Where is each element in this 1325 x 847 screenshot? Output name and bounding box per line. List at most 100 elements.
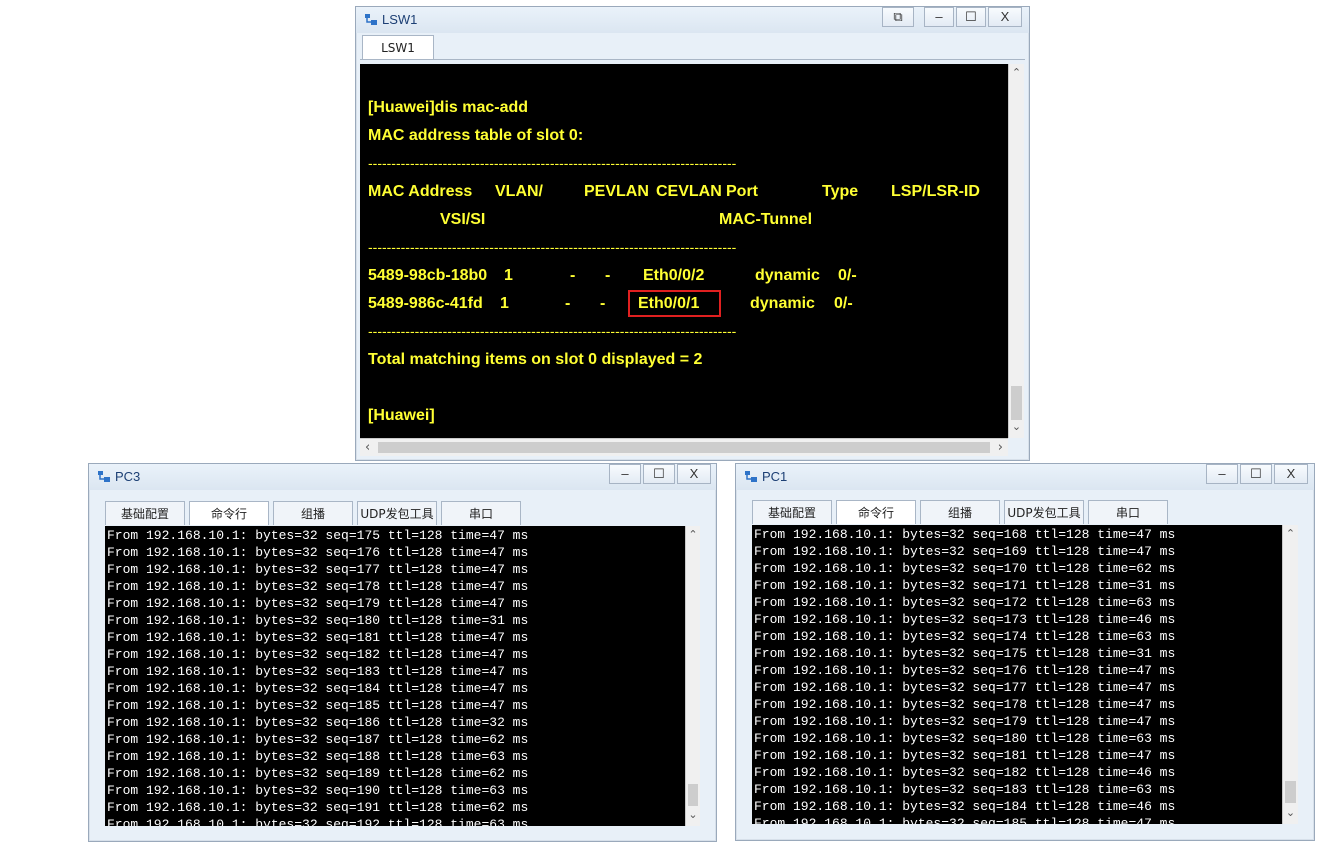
chevron-right-icon[interactable]: ›	[998, 440, 1003, 455]
port-highlight-box	[628, 290, 721, 317]
tab-serial[interactable]: 串口	[441, 501, 521, 525]
col-vlan: VLAN/	[495, 183, 543, 200]
ping-reply-line: From 192.168.10.1: bytes=32 seq=187 ttl=…	[107, 732, 529, 747]
col-type: Type	[822, 183, 859, 200]
ping-reply-line: From 192.168.10.1: bytes=32 seq=173 ttl=…	[754, 612, 1176, 627]
ping-reply-line: From 192.168.10.1: bytes=32 seq=168 ttl=…	[754, 527, 1176, 542]
ensp-device-icon	[745, 471, 757, 482]
maximize-button[interactable]: ☐	[643, 464, 675, 484]
chevron-down-icon[interactable]: ⌄	[686, 808, 700, 821]
pc1-titlebar[interactable]: PC1 – ☐ X	[736, 464, 1314, 490]
row1-cevlan: -	[605, 267, 611, 284]
terminal-heading: MAC address table of slot 0:	[368, 127, 584, 144]
restore-button[interactable]: ⧉	[882, 7, 914, 27]
ping-reply-line: From 192.168.10.1: bytes=32 seq=177 ttl=…	[754, 680, 1176, 695]
col-port: Port	[726, 183, 758, 200]
ping-reply-line: From 192.168.10.1: bytes=32 seq=169 ttl=…	[754, 544, 1176, 559]
row1-lsp: 0/-	[838, 267, 857, 284]
terminal-prompt: [Huawei]	[368, 407, 435, 424]
ping-reply-line: From 192.168.10.1: bytes=32 seq=174 ttl=…	[754, 629, 1176, 644]
maximize-button[interactable]: ☐	[1240, 464, 1272, 484]
ping-reply-line: From 192.168.10.1: bytes=32 seq=190 ttl=…	[107, 783, 529, 798]
tab-serial[interactable]: 串口	[1088, 500, 1168, 524]
ping-reply-line: From 192.168.10.1: bytes=32 seq=170 ttl=…	[754, 561, 1176, 576]
ping-reply-line: From 192.168.10.1: bytes=32 seq=175 ttl=…	[107, 528, 529, 543]
row2-lsp: 0/-	[834, 295, 853, 312]
row1-mac: 5489-98cb-18b0	[368, 267, 488, 284]
ping-reply-line: From 192.168.10.1: bytes=32 seq=183 ttl=…	[107, 664, 529, 679]
chevron-down-icon[interactable]: ⌄	[1009, 420, 1024, 433]
ping-reply-line: From 192.168.10.1: bytes=32 seq=179 ttl=…	[107, 596, 529, 611]
tab-lsw1[interactable]: LSW1	[362, 35, 434, 59]
ping-reply-line: From 192.168.10.1: bytes=32 seq=178 ttl=…	[107, 579, 529, 594]
maximize-button[interactable]: ☐	[956, 7, 986, 27]
pc1-terminal[interactable]: From 192.168.10.1: bytes=32 seq=168 ttl=…	[752, 525, 1282, 824]
close-button[interactable]: X	[677, 464, 711, 484]
ping-reply-line: From 192.168.10.1: bytes=32 seq=181 ttl=…	[107, 630, 529, 645]
col-mac-address: MAC Address	[368, 183, 473, 200]
col-mac-tunnel: MAC-Tunnel	[719, 211, 813, 228]
lsw1-titlebar[interactable]: LSW1 ⧉ – ☐ X	[356, 7, 1029, 33]
row1-type: dynamic	[755, 267, 820, 284]
minimize-button[interactable]: –	[609, 464, 641, 484]
pc3-terminal[interactable]: From 192.168.10.1: bytes=32 seq=175 ttl=…	[105, 526, 685, 826]
ping-reply-line: From 192.168.10.1: bytes=32 seq=180 ttl=…	[754, 731, 1176, 746]
ping-reply-line: From 192.168.10.1: bytes=32 seq=183 ttl=…	[754, 782, 1176, 797]
window-title: LSW1	[382, 12, 418, 27]
col-cevlan: CEVLAN	[656, 183, 722, 200]
ping-reply-line: From 192.168.10.1: bytes=32 seq=191 ttl=…	[107, 800, 529, 815]
row1-pevlan: -	[570, 267, 576, 284]
chevron-left-icon[interactable]: ‹	[365, 440, 370, 455]
pc1-vertical-scrollbar[interactable]: ⌃ ⌄	[1282, 525, 1298, 824]
pc3-window: PC3 – ☐ X 基础配置 命令行 组播 UDP发包工具 串口 From 19…	[88, 463, 717, 842]
tab-multicast[interactable]: 组播	[920, 500, 1000, 524]
switch-terminal[interactable]: [Huawei]dis mac-add MAC address table of…	[360, 64, 1008, 438]
ping-reply-line: From 192.168.10.1: bytes=32 seq=171 ttl=…	[754, 578, 1176, 593]
ping-reply-line: From 192.168.10.1: bytes=32 seq=180 ttl=…	[107, 613, 529, 628]
terminal-total: Total matching items on slot 0 displayed…	[368, 351, 703, 368]
window-title: PC3	[115, 469, 141, 484]
terminal-divider: ----------------------------------------…	[368, 323, 737, 339]
terminal-divider: ----------------------------------------…	[368, 239, 737, 255]
ping-reply-line: From 192.168.10.1: bytes=32 seq=184 ttl=…	[107, 681, 529, 696]
scroll-thumb[interactable]	[1285, 781, 1296, 803]
chevron-up-icon[interactable]: ⌃	[686, 528, 700, 541]
scroll-thumb[interactable]	[378, 442, 990, 453]
ping-reply-line: From 192.168.10.1: bytes=32 seq=172 ttl=…	[754, 595, 1176, 610]
close-button[interactable]: X	[1274, 464, 1308, 484]
ping-reply-line: From 192.168.10.1: bytes=32 seq=179 ttl=…	[754, 714, 1176, 729]
chevron-down-icon[interactable]: ⌄	[1283, 806, 1298, 819]
ping-reply-line: From 192.168.10.1: bytes=32 seq=186 ttl=…	[107, 715, 529, 730]
col-lsp: LSP/LSR-ID	[891, 183, 980, 200]
tab-basic-config[interactable]: 基础配置	[752, 500, 832, 524]
row2-cevlan: -	[600, 295, 606, 312]
tab-udp-tool[interactable]: UDP发包工具	[357, 501, 437, 525]
ping-reply-line: From 192.168.10.1: bytes=32 seq=176 ttl=…	[107, 545, 529, 560]
row2-mac: 5489-986c-41fd	[368, 295, 483, 312]
scroll-thumb[interactable]	[688, 784, 698, 806]
tab-udp-tool[interactable]: UDP发包工具	[1004, 500, 1084, 524]
tab-multicast[interactable]: 组播	[273, 501, 353, 525]
ping-reply-line: From 192.168.10.1: bytes=32 seq=178 ttl=…	[754, 697, 1176, 712]
minimize-button[interactable]: –	[924, 7, 954, 27]
chevron-up-icon[interactable]: ⌃	[1009, 66, 1024, 79]
chevron-up-icon[interactable]: ⌃	[1283, 527, 1298, 540]
switch-vertical-scrollbar[interactable]: ⌃ ⌄	[1008, 64, 1024, 438]
tab-basic-config[interactable]: 基础配置	[105, 501, 185, 525]
ping-reply-line: From 192.168.10.1: bytes=32 seq=189 ttl=…	[107, 766, 529, 781]
tab-command-line[interactable]: 命令行	[836, 500, 916, 524]
ensp-device-icon	[365, 14, 377, 25]
minimize-button[interactable]: –	[1206, 464, 1238, 484]
pc3-titlebar[interactable]: PC3 – ☐ X	[89, 464, 716, 490]
col-vsi: VSI/SI	[440, 211, 486, 228]
close-button[interactable]: X	[988, 7, 1022, 27]
switch-horizontal-scrollbar[interactable]: ‹ ›	[360, 438, 1008, 456]
ping-reply-line: From 192.168.10.1: bytes=32 seq=182 ttl=…	[754, 765, 1176, 780]
tab-command-line[interactable]: 命令行	[189, 501, 269, 525]
ping-reply-line: From 192.168.10.1: bytes=32 seq=188 ttl=…	[107, 749, 529, 764]
scroll-thumb[interactable]	[1011, 386, 1022, 420]
pc3-vertical-scrollbar[interactable]: ⌃ ⌄	[685, 526, 700, 826]
ping-reply-line: From 192.168.10.1: bytes=32 seq=181 ttl=…	[754, 748, 1176, 763]
terminal-command: [Huawei]dis mac-add	[368, 99, 529, 116]
pc1-window: PC1 – ☐ X 基础配置 命令行 组播 UDP发包工具 串口 From 19…	[735, 463, 1315, 841]
